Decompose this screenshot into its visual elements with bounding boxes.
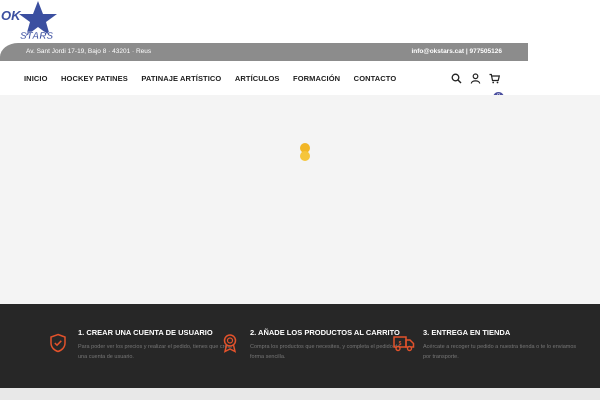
nav-item-patinaje-artistico[interactable]: PATINAJE ARTÍSTICO bbox=[141, 74, 221, 83]
award-icon bbox=[220, 333, 240, 353]
shield-check-icon bbox=[48, 333, 68, 353]
page: OK STARS Av. Sant Jordi 17-19, Bajo 8 · … bbox=[0, 0, 600, 400]
svg-text:OK: OK bbox=[1, 8, 22, 23]
feature-title: 2. AÑADE LOS PRODUCTOS AL CARRITO bbox=[250, 328, 400, 337]
nav-item-inicio[interactable]: INICIO bbox=[24, 74, 48, 83]
search-icon[interactable] bbox=[451, 71, 462, 84]
feature-description: Acércate a recoger tu pedido a nuestra t… bbox=[423, 344, 577, 360]
feature-create-account: 1. CREAR UNA CUENTA DE USUARIO Para pode… bbox=[50, 328, 238, 362]
main-content bbox=[0, 95, 600, 305]
loading-spinner bbox=[300, 143, 310, 161]
cart-icon[interactable]: 0 bbox=[489, 71, 504, 103]
okstars-logo[interactable]: OK STARS bbox=[0, 0, 72, 42]
nav-item-contacto[interactable]: CONTACTO bbox=[354, 74, 397, 83]
svg-text:STARS: STARS bbox=[20, 31, 53, 42]
nav-icons: 0 bbox=[451, 71, 504, 103]
feature-description: Para poder ver los precios y realizar el… bbox=[78, 344, 233, 360]
feature-title: 1. CREAR UNA CUENTA DE USUARIO bbox=[78, 328, 213, 337]
contact-info[interactable]: info@okstars.cat | 977505126 bbox=[411, 48, 502, 55]
feature-title: 3. ENTREGA EN TIENDA bbox=[423, 328, 511, 337]
feature-add-to-cart: 2. AÑADE LOS PRODUCTOS AL CARRITO Compra… bbox=[223, 328, 410, 362]
nav-item-formacion[interactable]: FORMACIÓN bbox=[293, 74, 340, 83]
feature-description: Compra los productos que necesites, y co… bbox=[250, 344, 401, 360]
bottom-strip bbox=[0, 388, 600, 400]
truck-icon: $ bbox=[393, 333, 415, 353]
main-nav: INICIO HOCKEY PATINES PATINAJE ARTÍSTICO… bbox=[0, 61, 600, 103]
user-icon[interactable] bbox=[470, 71, 481, 84]
nav-item-hockey-patines[interactable]: HOCKEY PATINES bbox=[61, 74, 128, 83]
feature-store-delivery: $ 3. ENTREGA EN TIENDA Acércate a recoge… bbox=[393, 328, 583, 362]
store-address: Av. Sant Jordi 17-19, Bajo 8 · 43201 · R… bbox=[26, 48, 152, 55]
steps-footer: 1. CREAR UNA CUENTA DE USUARIO Para pode… bbox=[0, 304, 600, 388]
svg-text:$: $ bbox=[399, 341, 402, 347]
nav-menu: INICIO HOCKEY PATINES PATINAJE ARTÍSTICO… bbox=[24, 61, 410, 95]
nav-item-articulos[interactable]: ARTÍCULOS bbox=[235, 74, 280, 83]
top-info-bar: Av. Sant Jordi 17-19, Bajo 8 · 43201 · R… bbox=[0, 43, 528, 61]
